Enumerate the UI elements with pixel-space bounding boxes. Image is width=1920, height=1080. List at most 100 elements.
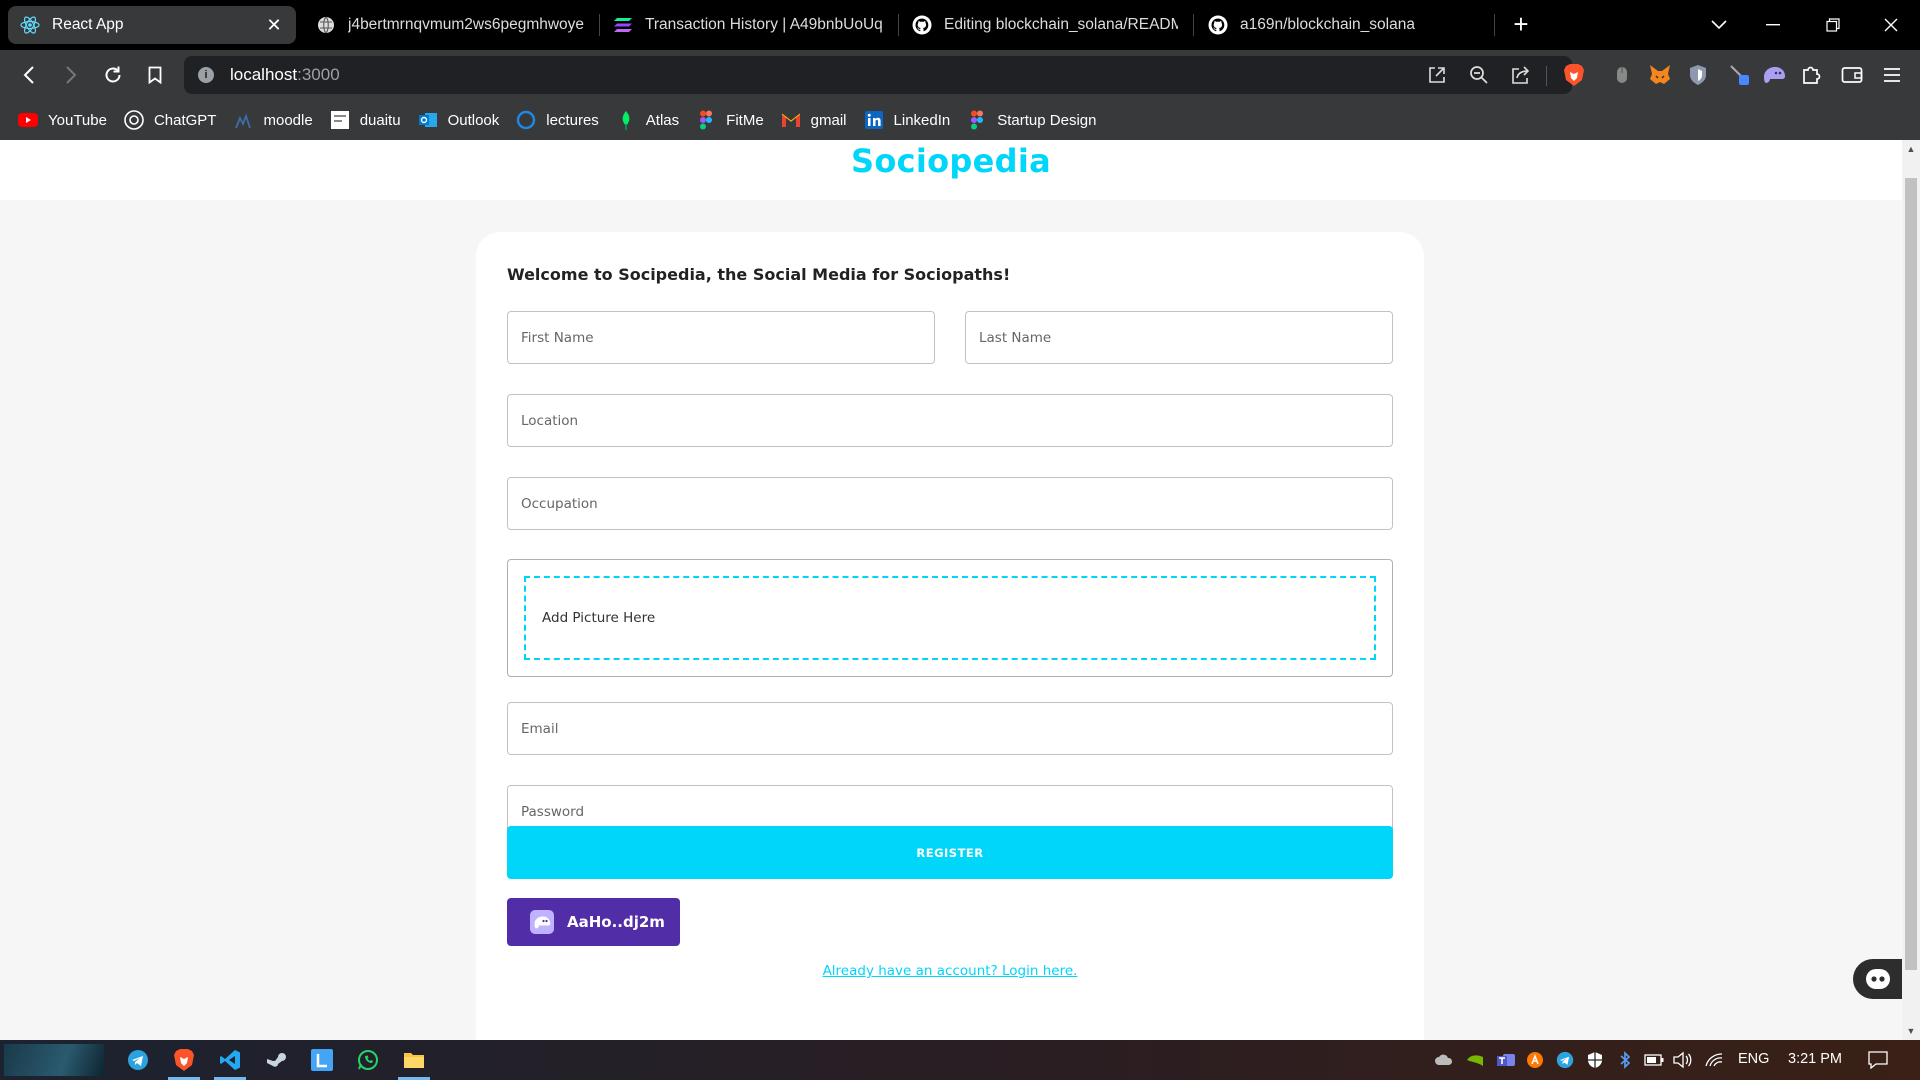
tab-editing-readme[interactable]: Editing blockchain_solana/README.r: [900, 6, 1190, 44]
bookmark-gmail[interactable]: gmail: [781, 110, 847, 130]
duaitu-icon: [330, 110, 350, 130]
onedrive-cloud-icon[interactable]: [1434, 1050, 1454, 1070]
extensions-puzzle-icon[interactable]: [1800, 63, 1824, 87]
register-button[interactable]: REGISTER: [507, 826, 1393, 879]
language-indicator[interactable]: ENG: [1738, 1051, 1769, 1067]
bookmark-outlook[interactable]: Outlook: [418, 110, 499, 130]
extension-mouse-icon[interactable]: [1610, 63, 1634, 87]
chat-bot-icon: [1865, 969, 1890, 989]
outlook-icon: [418, 110, 438, 130]
pen-extension-icon[interactable]: [1728, 63, 1752, 87]
share-icon[interactable]: [1506, 60, 1536, 90]
tab-transaction-history[interactable]: Transaction History | A49bnbUoUqS4: [601, 6, 895, 44]
email-input[interactable]: [508, 703, 1392, 754]
bookmark-duaitu[interactable]: duaitu: [330, 110, 401, 130]
back-button[interactable]: [14, 60, 44, 90]
wallet-button[interactable]: AaHo..dj2m: [507, 898, 680, 946]
occupation-input[interactable]: [508, 478, 1392, 529]
zoom-icon[interactable]: [1464, 60, 1494, 90]
page-scrollbar[interactable]: ▲ ▼: [1902, 140, 1920, 1040]
first-name-field[interactable]: [507, 311, 935, 364]
bookmark-label: Atlas: [645, 111, 680, 129]
bookmark-youtube[interactable]: YouTube: [18, 110, 107, 130]
address-bar[interactable]: i localhost:3000: [184, 56, 1572, 94]
open-in-app-icon[interactable]: [1422, 60, 1452, 90]
moodle-icon: [233, 110, 253, 130]
reload-button[interactable]: [98, 60, 128, 90]
brave-shields-icon[interactable]: [1562, 63, 1586, 87]
windows-security-icon[interactable]: [1586, 1050, 1604, 1070]
tab-strip: React App ✕ j4bertmrnqvmum2ws6pegmhwoye5…: [0, 0, 1920, 50]
teams-icon[interactable]: [1496, 1050, 1516, 1070]
battery-icon[interactable]: [1644, 1050, 1664, 1070]
restore-icon[interactable]: [1818, 10, 1848, 40]
youtube-icon: [18, 110, 38, 130]
site-info-icon[interactable]: i: [198, 67, 214, 83]
picture-dropzone[interactable]: Add Picture Here: [524, 576, 1376, 660]
solana-icon: [613, 15, 633, 35]
close-window-icon[interactable]: [1876, 10, 1906, 40]
menu-icon[interactable]: [1880, 63, 1904, 87]
occupation-field[interactable]: [507, 477, 1393, 530]
wifi-icon[interactable]: [1704, 1050, 1724, 1070]
scroll-thumb[interactable]: [1905, 178, 1917, 970]
scroll-up-arrow-icon[interactable]: ▲: [1902, 140, 1920, 158]
bookmark-startup-design[interactable]: Startup Design: [967, 110, 1096, 130]
login-link[interactable]: Already have an account? Login here.: [476, 963, 1424, 979]
wallet-icon[interactable]: [1840, 63, 1864, 87]
tab-search-chevron-icon[interactable]: [1704, 10, 1734, 40]
url-text: localhost:3000: [230, 65, 340, 85]
tab-blockchain-solana[interactable]: a169n/blockchain_solana: [1196, 6, 1488, 44]
telegram-tray-icon[interactable]: [1556, 1050, 1574, 1070]
steam-icon[interactable]: [262, 1046, 290, 1074]
vscode-icon[interactable]: [214, 1046, 246, 1080]
telegram-icon[interactable]: [124, 1046, 152, 1074]
taskbar-search-area[interactable]: [4, 1044, 104, 1076]
email-field[interactable]: [507, 702, 1393, 755]
first-name-input[interactable]: [508, 312, 934, 363]
lightshot-l-icon[interactable]: [308, 1046, 336, 1074]
bookmark-icon[interactable]: [140, 60, 170, 90]
phantom-ghost-icon[interactable]: [1762, 63, 1786, 87]
bookmark-chatgpt[interactable]: ChatGPT: [124, 110, 216, 130]
register-form-card: Welcome to Socipedia, the Social Media f…: [476, 232, 1424, 1040]
nvidia-icon[interactable]: [1466, 1050, 1484, 1070]
bookmark-linkedin[interactable]: LinkedIn: [864, 110, 950, 130]
file-explorer-icon[interactable]: [398, 1046, 430, 1080]
volume-icon[interactable]: [1672, 1050, 1692, 1070]
floating-chat-widget[interactable]: [1853, 959, 1902, 999]
tab-separator: [898, 14, 899, 36]
bookmark-fitme[interactable]: FitMe: [696, 110, 764, 130]
clock[interactable]: 3:21 PM: [1788, 1051, 1842, 1067]
whatsapp-icon[interactable]: [354, 1046, 382, 1074]
tab-title: React App: [52, 16, 124, 33]
tab-j4bert[interactable]: j4bertmrnqvmum2ws6pegmhwoye5: [304, 6, 596, 44]
location-field[interactable]: [507, 394, 1393, 447]
minimize-icon[interactable]: [1758, 10, 1788, 40]
close-icon[interactable]: ✕: [264, 15, 284, 35]
last-name-field[interactable]: [965, 311, 1393, 364]
bluetooth-icon[interactable]: [1618, 1050, 1632, 1070]
last-name-input[interactable]: [966, 312, 1392, 363]
github-icon: [1208, 15, 1228, 35]
forward-button[interactable]: [56, 60, 86, 90]
scroll-down-arrow-icon[interactable]: ▼: [1902, 1022, 1920, 1040]
bookmark-atlas[interactable]: Atlas: [616, 110, 679, 130]
brave-browser-icon[interactable]: [168, 1046, 200, 1080]
metamask-fox-icon[interactable]: [1648, 63, 1672, 87]
shield-extension-icon[interactable]: [1686, 63, 1710, 87]
avast-icon[interactable]: [1526, 1050, 1544, 1070]
new-tab-button[interactable]: +: [1508, 11, 1534, 38]
bookmark-label: Startup Design: [997, 111, 1097, 129]
bookmark-moodle[interactable]: moodle: [233, 110, 313, 130]
url-host: localhost: [230, 65, 298, 84]
location-input[interactable]: [508, 395, 1392, 446]
bookmark-lectures[interactable]: lectures: [516, 110, 599, 130]
tab-react-app[interactable]: React App ✕: [8, 6, 296, 44]
lectures-icon: [516, 110, 536, 130]
bookmarks-bar: YouTube ChatGPT moodle duaitu Outlook le…: [0, 100, 1920, 140]
phantom-ghost-icon: [530, 910, 554, 934]
tab-separator: [1193, 14, 1194, 36]
notifications-icon[interactable]: [1868, 1050, 1888, 1070]
picture-upload-box: Add Picture Here: [507, 559, 1393, 677]
